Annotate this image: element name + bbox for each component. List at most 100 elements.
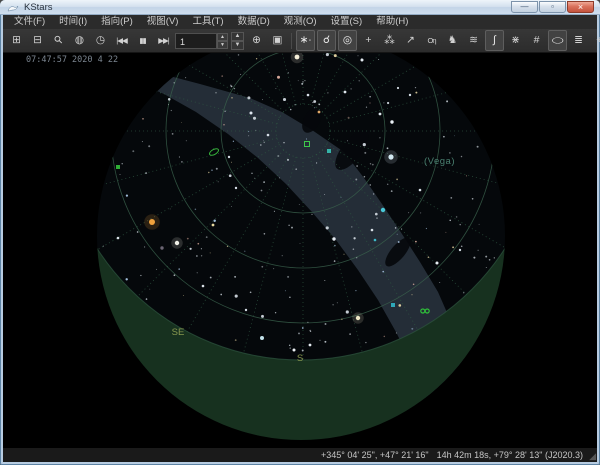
time-step-back-button[interactable]: |◀◀ — [112, 30, 131, 51]
main-toolbar: ⊞⊟⚲◍◷|◀◀▮▮▶▶|1▲▼▲▼⊕▣∗∙☌◎+⁂↗Oη♞≋∫⋇#◯≣⌖⚑◑ — [3, 29, 597, 53]
whats-interesting-button[interactable]: ⌖ — [590, 30, 600, 51]
sky-map[interactable]: SE S (Vega) 07:47:57 2020 4 22 — [3, 53, 597, 447]
star — [344, 91, 347, 94]
toggle-equatorial-grid-button[interactable]: ⋇ — [506, 30, 525, 51]
star — [235, 187, 237, 189]
time-step-increase-button[interactable]: ▲ — [217, 33, 228, 41]
toggle-equatorial-grid-icon: ⋇ — [511, 35, 520, 46]
toggle-constellation-names-button[interactable]: Oη — [422, 30, 441, 51]
dso-square-symbol — [116, 165, 120, 169]
menu-view[interactable]: 视图(V) — [140, 15, 186, 29]
star — [260, 336, 264, 340]
star — [307, 94, 310, 97]
toggle-constellation-lines-button[interactable]: ↗ — [401, 30, 420, 51]
zoom-out-button[interactable]: ⊟ — [28, 30, 47, 51]
toggle-ground-button[interactable]: ◯ — [548, 30, 567, 51]
time-stop-button[interactable]: ▮▮ — [133, 30, 152, 51]
star — [228, 156, 230, 158]
toggle-ground-icon: ◯ — [552, 38, 564, 44]
toggle-solar-system-button[interactable]: ◎ — [338, 30, 357, 51]
menu-time[interactable]: 时间(I) — [52, 15, 94, 29]
dso-square-symbol — [327, 149, 331, 153]
cardinal-label-s: S — [297, 353, 303, 364]
set-time-icon: ◷ — [96, 35, 105, 46]
toggle-horizontal-grid-icon: # — [534, 35, 540, 46]
set-time-button[interactable]: ◷ — [91, 30, 110, 51]
toggle-stars-icon: ∗∙ — [300, 35, 312, 46]
focus-object-icon: ⊕ — [252, 35, 261, 46]
time-step-forward-button[interactable]: ▶▶| — [154, 30, 173, 51]
toggle-stars-button[interactable]: ∗∙ — [296, 30, 315, 51]
menu-help[interactable]: 帮助(H) — [369, 15, 415, 29]
download-data-button[interactable]: ◍ — [70, 30, 89, 51]
menu-data[interactable]: 数据(D) — [231, 15, 277, 29]
focus-object-button[interactable]: ⊕ — [247, 30, 266, 51]
toggle-constellation-art-icon: ♞ — [448, 35, 457, 46]
star — [318, 111, 321, 114]
menu-file[interactable]: 文件(F) — [7, 15, 52, 29]
toggle-constellation-names-icon: Oη — [427, 37, 435, 45]
toggle-satellites-button[interactable]: ⁂ — [380, 30, 399, 51]
star — [390, 120, 393, 123]
download-data-icon: ◍ — [75, 35, 84, 46]
toolbar-separator — [291, 33, 292, 49]
cardinal-label-se: SE — [172, 327, 185, 338]
minimize-button[interactable]: — — [511, 1, 538, 13]
time-step-back-icon: |◀◀ — [116, 37, 126, 45]
star — [361, 59, 364, 62]
star — [436, 262, 439, 265]
time-step-adjust: ▲▼ — [231, 32, 244, 50]
time-step-adjust-up-button[interactable]: ▲ — [231, 32, 244, 41]
capture-image-icon: ▣ — [273, 35, 283, 46]
menu-observation[interactable]: 观测(O) — [277, 15, 324, 29]
find-object-button[interactable]: ⚲ — [49, 30, 68, 51]
status-azalt: +345° 04' 25", +47° 21' 16" — [321, 450, 429, 460]
dso-dot-symbol — [374, 239, 377, 242]
time-step-adjust-down-button[interactable]: ▼ — [231, 41, 244, 50]
status-bar: +345° 04' 25", +47° 21' 16" 14h 42m 18s,… — [3, 447, 597, 462]
window-title: KStars — [24, 2, 53, 13]
maximize-button[interactable]: ▫ — [539, 1, 566, 13]
star — [212, 224, 215, 227]
observing-list-button[interactable]: ≣ — [569, 30, 588, 51]
star — [175, 241, 179, 245]
toggle-deep-sky-button[interactable]: ☌ — [317, 30, 336, 51]
title-bar[interactable]: KStars — ▫ × — [0, 0, 600, 15]
capture-image-button[interactable]: ▣ — [268, 30, 287, 51]
star-label-vega: (Vega) — [424, 156, 455, 167]
menu-settings[interactable]: 设置(S) — [324, 15, 370, 29]
toggle-supernovae-icon: + — [365, 35, 371, 46]
toggle-constellation-boundaries-icon: ≋ — [469, 35, 478, 46]
star — [149, 219, 155, 225]
star — [371, 229, 374, 232]
toggle-supernovae-button[interactable]: + — [359, 30, 378, 51]
whats-interesting-icon: ⌖ — [597, 35, 600, 46]
observing-list-icon: ≣ — [574, 35, 583, 46]
toggle-horizontal-grid-button[interactable]: # — [527, 30, 546, 51]
status-radec: 14h 42m 18s, +79° 28' 13" (J2020.3) — [437, 450, 583, 460]
zoom-in-icon: ⊞ — [12, 35, 21, 46]
star — [117, 237, 120, 240]
star — [388, 154, 393, 159]
zoom-in-button[interactable]: ⊞ — [7, 30, 26, 51]
toggle-milky-way-icon: ∫ — [493, 35, 496, 46]
resize-grip[interactable]: ◢ — [589, 451, 596, 462]
toggle-milky-way-button[interactable]: ∫ — [485, 30, 504, 51]
menu-tools[interactable]: 工具(T) — [185, 15, 230, 29]
star — [293, 349, 296, 352]
star — [459, 249, 461, 251]
menu-pointing[interactable]: 指向(P) — [94, 15, 140, 29]
toggle-constellation-art-button[interactable]: ♞ — [443, 30, 462, 51]
toggle-solar-system-icon: ◎ — [343, 35, 352, 46]
star — [379, 113, 382, 116]
kstars-logo-icon — [7, 2, 19, 13]
time-step-input[interactable]: 1 — [175, 33, 217, 49]
star — [397, 87, 399, 89]
dso-square-symbol — [391, 303, 395, 307]
close-button[interactable]: × — [567, 1, 594, 13]
sim-clock-overlay: 07:47:57 2020 4 22 — [26, 55, 118, 65]
menu-bar: 文件(F)时间(I)指向(P)视图(V)工具(T)数据(D)观测(O)设置(S)… — [3, 15, 597, 29]
star — [332, 237, 335, 240]
time-step-decrease-button[interactable]: ▼ — [217, 41, 228, 49]
toggle-constellation-boundaries-button[interactable]: ≋ — [464, 30, 483, 51]
